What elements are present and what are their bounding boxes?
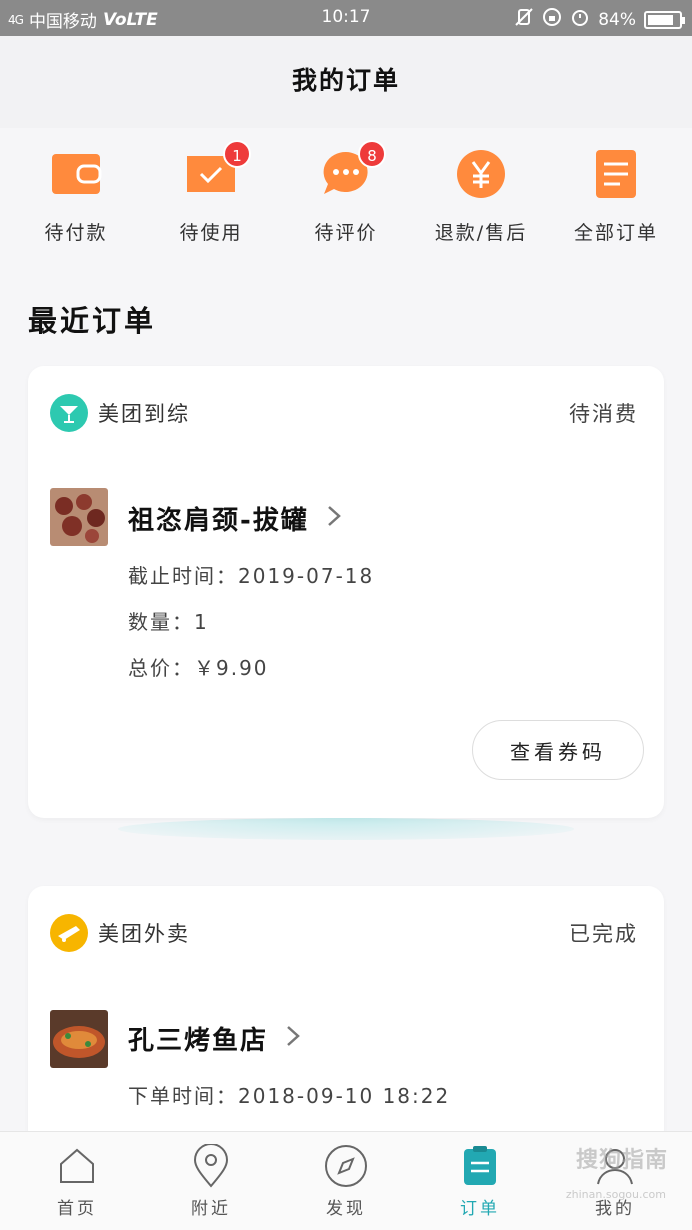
shop-name: 孔三烤鱼店: [128, 1026, 269, 1056]
status-bar: 4G 中国移动 VoLTE 10:17 84%: [0, 0, 692, 36]
view-voucher-button[interactable]: 查看券码: [472, 720, 644, 780]
recent-orders-title: 最近订单: [28, 304, 157, 338]
shop-name-link[interactable]: 祖恣肩颈-拔罐: [128, 500, 341, 537]
order-doc-icon: [411, 1144, 549, 1188]
tab-label: 发现: [326, 1199, 366, 1219]
watermark-url: zhinan.sogou.com: [565, 1188, 666, 1201]
shop-name: 祖恣肩颈-拔罐: [128, 506, 309, 536]
order-status-entries: 待付款 1 待使用 8 待评价 退款/售后 全部订单: [0, 128, 692, 268]
badge-count: 1: [223, 140, 251, 168]
tab-orders[interactable]: 订单: [411, 1132, 549, 1230]
badge-count: 8: [358, 140, 386, 168]
tab-discover[interactable]: 发现: [277, 1132, 415, 1230]
comment-icon: 8: [320, 140, 386, 200]
expiry-line: 截止时间：2019-07-18: [128, 564, 375, 588]
brand-name: 美团到综: [98, 402, 190, 426]
home-icon: [8, 1144, 146, 1188]
total-price-line: 总价：￥9.90: [128, 656, 269, 680]
compass-icon: [277, 1144, 415, 1188]
entry-pending-payment[interactable]: 待付款: [7, 148, 145, 245]
ticket-check-icon: 1: [185, 140, 251, 200]
entry-to-use[interactable]: 1 待使用: [142, 140, 280, 245]
mute-icon: [514, 7, 534, 32]
entry-to-review[interactable]: 8 待评价: [277, 140, 415, 245]
order-status: 已完成: [569, 922, 638, 946]
tab-home[interactable]: 首页: [8, 1132, 146, 1230]
chevron-right-icon: [327, 504, 341, 534]
entry-label: 全部订单: [573, 222, 658, 244]
delivery-icon: [50, 914, 88, 952]
lock-rotation-icon: [542, 7, 562, 32]
brand-name: 美团外卖: [98, 922, 190, 946]
page-title: 我的订单: [291, 66, 400, 95]
order-card[interactable]: 美团外卖 已完成 孔三烤鱼店 下单时间：2018-09-10 18:22: [28, 886, 664, 1146]
yen-icon: [455, 148, 507, 200]
shop-name-link[interactable]: 孔三烤鱼店: [128, 1020, 300, 1057]
tab-label: 首页: [57, 1199, 97, 1219]
entry-label: 待使用: [179, 222, 243, 244]
page-header: 我的订单: [0, 36, 692, 128]
battery-icon: [644, 10, 685, 29]
order-status: 待消费: [569, 402, 638, 426]
product-thumbnail[interactable]: [50, 488, 108, 546]
entry-label: 待付款: [44, 222, 108, 244]
watermark: 搜狗指南: [575, 1148, 668, 1173]
battery-percent: 84%: [598, 9, 636, 30]
entry-all-orders[interactable]: 全部订单: [547, 148, 685, 245]
alarm-icon: [570, 7, 590, 32]
tab-label: 订单: [460, 1199, 500, 1219]
order-time-line: 下单时间：2018-09-10 18:22: [128, 1084, 451, 1108]
entry-label: 待评价: [314, 222, 378, 244]
wallet-icon: [50, 148, 102, 200]
order-card[interactable]: 美团到综 待消费 祖恣肩颈-拔罐 截止时间：2019-07-18 数量：1 总价…: [28, 366, 664, 840]
list-doc-icon: [590, 148, 642, 200]
location-pin-icon: [142, 1144, 280, 1188]
entry-refund[interactable]: 退款/售后: [412, 148, 550, 245]
entry-label: 退款/售后: [434, 222, 528, 244]
chevron-right-icon: [286, 1024, 300, 1054]
tab-nearby[interactable]: 附近: [142, 1132, 280, 1230]
cocktail-icon: [50, 394, 88, 432]
product-thumbnail[interactable]: [50, 1010, 108, 1068]
tab-label: 附近: [191, 1199, 231, 1219]
quantity-line: 数量：1: [128, 610, 209, 634]
